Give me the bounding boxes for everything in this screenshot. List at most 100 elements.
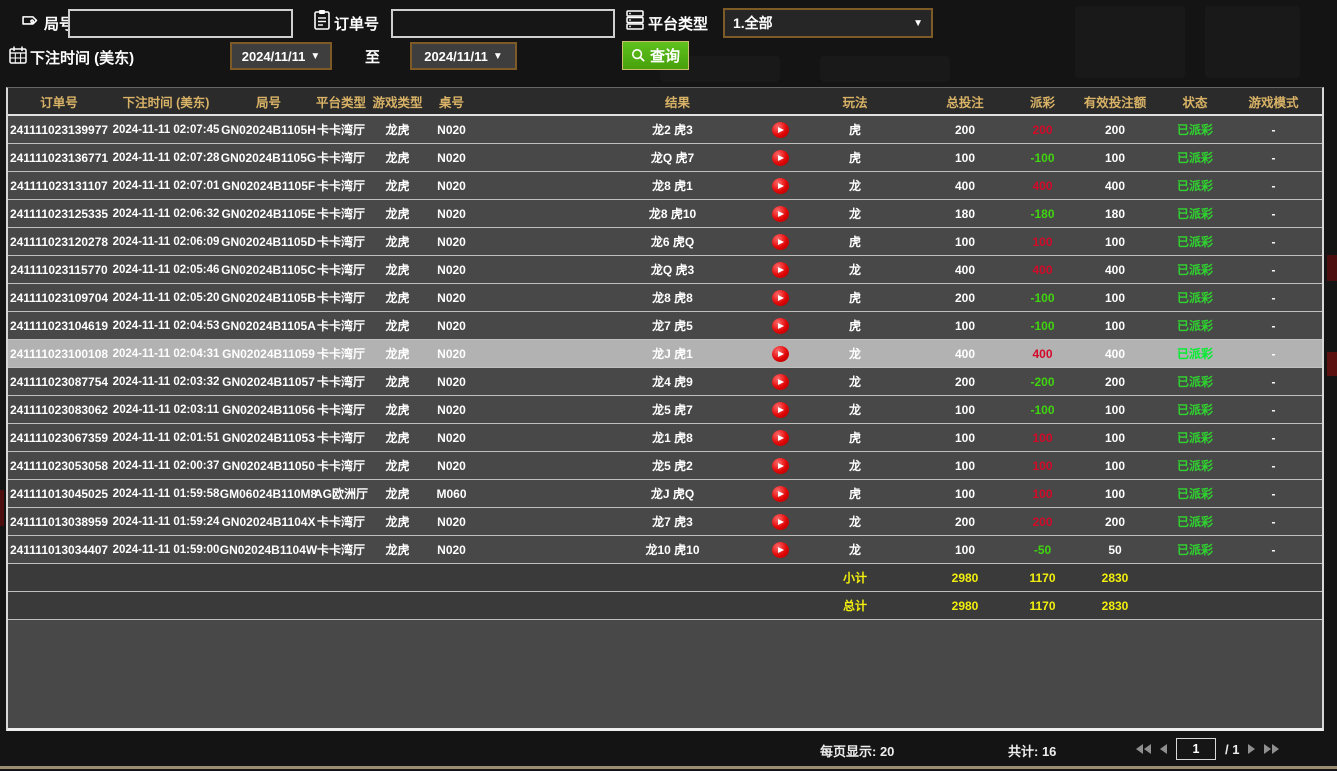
cell-platform: AG欧洲厅 (315, 480, 367, 507)
order-number-input[interactable] (391, 9, 615, 38)
cell-mode: - (1225, 200, 1322, 227)
play-icon[interactable] (760, 172, 800, 199)
date-from-picker[interactable]: 2024/11/11 ▼ (230, 42, 332, 70)
cell-order: 241111013038959 (8, 508, 110, 535)
play-icon[interactable] (760, 200, 800, 227)
query-button[interactable]: 查询 (622, 41, 689, 70)
page-number-input[interactable] (1176, 738, 1216, 760)
table-row[interactable]: 2411110230830622024-11-11 02:03:11GN0202… (8, 396, 1322, 424)
next-page-icon[interactable] (1248, 744, 1255, 754)
cell-empty (428, 592, 475, 619)
play-icon[interactable] (760, 480, 800, 507)
play-icon[interactable] (760, 536, 800, 563)
play-icon[interactable] (760, 452, 800, 479)
cell-time: 2024-11-11 02:06:09 (110, 228, 222, 255)
play-icon[interactable] (760, 116, 800, 143)
cell-round: GN02024B1105F (222, 172, 315, 199)
cell-time: 2024-11-11 01:59:00 (110, 536, 222, 563)
play-icon[interactable] (760, 368, 800, 395)
cell-platform: 卡卡湾厅 (315, 172, 367, 199)
play-icon[interactable] (760, 424, 800, 451)
platform-type-select[interactable]: 1.全部 ▼ (723, 8, 933, 38)
table-row[interactable]: 2411110231097042024-11-11 02:05:20GN0202… (8, 284, 1322, 312)
cell-play: 虎 (800, 116, 910, 143)
cell-mode: - (1225, 228, 1322, 255)
cell-play: 龙 (800, 452, 910, 479)
play-icon[interactable] (760, 508, 800, 535)
table-row[interactable]: 2411110130344072024-11-11 01:59:00GN0202… (8, 536, 1322, 564)
cell-time: 2024-11-11 02:05:20 (110, 284, 222, 311)
cell-status: 已派彩 (1165, 424, 1225, 451)
cell-empty (475, 592, 760, 619)
table-row[interactable]: 2411110231399772024-11-11 02:07:45GN0202… (8, 116, 1322, 144)
cell-payout: 100 (1020, 228, 1065, 255)
cell-result: 龙Q 虎3 (475, 256, 760, 283)
table-row[interactable]: 2411110231202782024-11-11 02:06:09GN0202… (8, 228, 1322, 256)
subtotal-row: 小计298011702830 (8, 564, 1322, 592)
play-icon[interactable] (760, 144, 800, 171)
table-row[interactable]: 2411110231157702024-11-11 02:05:46GN0202… (8, 256, 1322, 284)
play-icon[interactable] (760, 312, 800, 339)
cell-empty (475, 564, 760, 591)
cell-platform: 卡卡湾厅 (315, 144, 367, 171)
cell-mode: - (1225, 312, 1322, 339)
cell-bet: 200 (910, 116, 1020, 143)
column-header-payout: 派彩 (1020, 88, 1065, 114)
table-row[interactable]: 2411110231311072024-11-11 02:07:01GN0202… (8, 172, 1322, 200)
cell-game: 龙虎 (367, 452, 428, 479)
cell-empty (1165, 564, 1225, 591)
table-row[interactable]: 2411110130450252024-11-11 01:59:58GM0602… (8, 480, 1322, 508)
cell-platform: 卡卡湾厅 (315, 228, 367, 255)
cell-payout: -100 (1020, 144, 1065, 171)
cell-result: 龙2 虎3 (475, 116, 760, 143)
cell-empty (428, 564, 475, 591)
table-row[interactable]: 2411110230673592024-11-11 02:01:51GN0202… (8, 424, 1322, 452)
column-header-round: 局号 (222, 88, 315, 114)
table-row[interactable]: 2411110231367712024-11-11 02:07:28GN0202… (8, 144, 1322, 172)
cell-empty (760, 564, 800, 591)
play-icon[interactable] (760, 256, 800, 283)
play-icon[interactable] (760, 396, 800, 423)
table-row[interactable]: 2411110230877542024-11-11 02:03:32GN0202… (8, 368, 1322, 396)
cell-status: 已派彩 (1165, 116, 1225, 143)
cell-valid: 100 (1065, 228, 1165, 255)
cell-game: 龙虎 (367, 312, 428, 339)
table-row[interactable]: 2411110231046192024-11-11 02:04:53GN0202… (8, 312, 1322, 340)
first-page-icon[interactable] (1136, 744, 1151, 754)
platform-type-label: 平台类型 (648, 13, 708, 34)
column-header-mode: 游戏模式 (1225, 88, 1322, 114)
table-row[interactable]: 2411110130389592024-11-11 01:59:24GN0202… (8, 508, 1322, 536)
last-page-icon[interactable] (1264, 744, 1279, 754)
cell-bet: 180 (910, 200, 1020, 227)
cell-valid: 400 (1065, 172, 1165, 199)
column-header-time: 下注时间 (美东) (110, 88, 222, 114)
cell-game: 龙虎 (367, 200, 428, 227)
cell-payout: 100 (1020, 480, 1065, 507)
cell-bet: 100 (910, 228, 1020, 255)
per-page-label: 每页显示: 20 (820, 741, 894, 760)
play-icon[interactable] (760, 284, 800, 311)
column-header-play: 玩法 (800, 88, 910, 114)
cell-valid: 100 (1065, 284, 1165, 311)
prev-page-icon[interactable] (1160, 744, 1167, 754)
subtotal-row-label: 小计 (800, 564, 910, 591)
cell-round: GN02024B1105H (222, 116, 315, 143)
cell-payout: -180 (1020, 200, 1065, 227)
search-icon (631, 48, 646, 63)
date-to-picker[interactable]: 2024/11/11 ▼ (410, 42, 517, 70)
cell-game: 龙虎 (367, 508, 428, 535)
cell-game: 龙虎 (367, 116, 428, 143)
play-icon[interactable] (760, 340, 800, 367)
cell-payout: 100 (1020, 424, 1065, 451)
cell-payout: 200 (1020, 508, 1065, 535)
cell-empty (760, 592, 800, 619)
cell-result: 龙Q 虎7 (475, 144, 760, 171)
play-icon[interactable] (760, 228, 800, 255)
table-row[interactable]: 2411110230530582024-11-11 02:00:37GN0202… (8, 452, 1322, 480)
table-row[interactable]: 2411110231001082024-11-11 02:04:31GN0202… (8, 340, 1322, 368)
cell-time: 2024-11-11 01:59:24 (110, 508, 222, 535)
table-row[interactable]: 2411110231253352024-11-11 02:06:32GN0202… (8, 200, 1322, 228)
cell-result: 龙5 虎2 (475, 452, 760, 479)
cell-mode: - (1225, 340, 1322, 367)
round-number-input[interactable] (68, 9, 293, 38)
